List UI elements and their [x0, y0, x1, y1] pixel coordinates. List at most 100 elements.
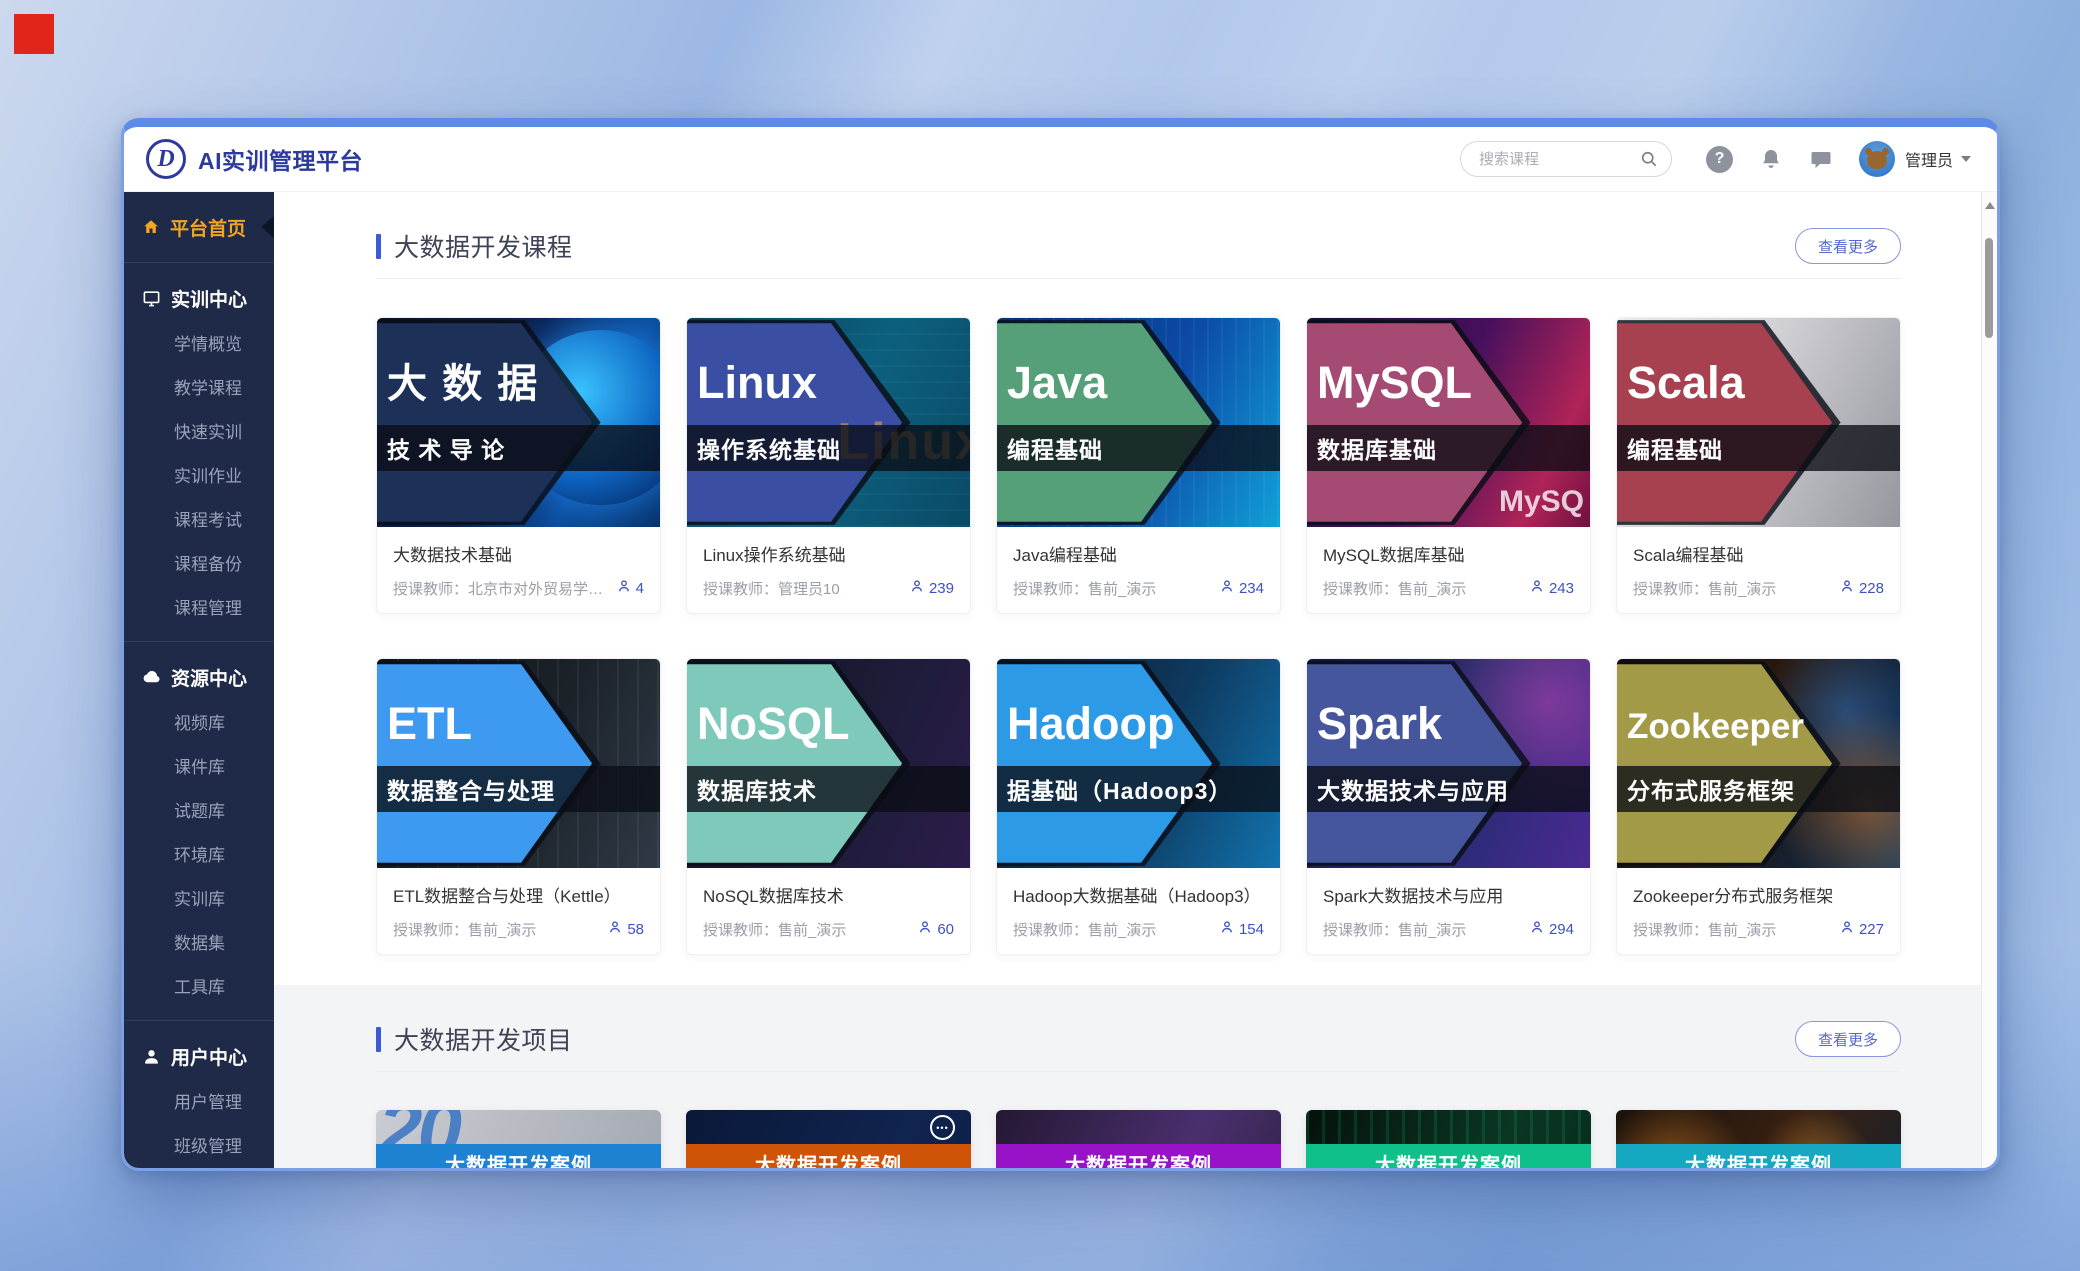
- sidebar-item[interactable]: 实训作业: [124, 455, 274, 499]
- header-actions: 管理员: [1460, 141, 1971, 177]
- sidebar-item[interactable]: 课程考试: [124, 499, 274, 543]
- project-card[interactable]: 大数据开发案例: [996, 1110, 1281, 1168]
- cover-band: 编程基础: [997, 425, 1280, 471]
- course-cover-image: Scala编程基础: [1617, 318, 1900, 527]
- cover-title: Java: [1007, 360, 1107, 405]
- user-count-group: 227: [1839, 919, 1884, 940]
- projects-section: 大数据开发项目 查看更多 20大数据开发案例大数据开发案例大数据开发案例大数据开…: [274, 985, 1997, 1168]
- course-cover-image: Spark大数据技术与应用: [1307, 659, 1590, 868]
- main-content: 大数据开发课程 查看更多 大 数 据技 术 导 论大数据技术基础授课教师：北京市…: [274, 192, 1997, 1168]
- course-card[interactable]: Linux操作系统基础LinuxLinux操作系统基础授课教师：管理员10239: [686, 317, 971, 614]
- user-count-icon: [616, 578, 632, 599]
- more-options-icon: [930, 1115, 955, 1140]
- sidebar-section-label: 资源中心: [171, 664, 247, 691]
- course-card[interactable]: Spark大数据技术与应用Spark大数据技术与应用授课教师：售前_演示294: [1306, 658, 1591, 955]
- course-meta: 授课教师：北京市对外贸易学校教...4: [393, 578, 644, 599]
- cover-subtitle: 数据库技术: [687, 772, 817, 806]
- window-body: 平台首页 实训中心学情概览教学课程快速实训实训作业课程考试课程备份课程管理资源中…: [124, 192, 1997, 1168]
- section-accent-bar: [376, 234, 381, 259]
- sidebar-item-home[interactable]: 平台首页: [124, 202, 274, 252]
- course-info: NoSQL数据库技术授课教师：售前_演示60: [687, 868, 970, 954]
- sidebar-item[interactable]: 工具库: [124, 966, 274, 1010]
- sidebar-nav: 平台首页 实训中心学情概览教学课程快速实训实训作业课程考试课程备份课程管理资源中…: [124, 192, 274, 1168]
- sidebar-section-training-center[interactable]: 实训中心: [124, 273, 274, 323]
- project-card[interactable]: 大数据开发案例: [1306, 1110, 1591, 1168]
- course-card[interactable]: MySQL数据库基础MySQMySQL数据库基础授课教师：售前_演示243: [1306, 317, 1591, 614]
- project-card[interactable]: 大数据开发案例: [686, 1110, 971, 1168]
- course-title: Scala编程基础: [1633, 541, 1884, 566]
- project-cover-image: 大数据开发案例: [996, 1110, 1281, 1168]
- active-item-arrow-icon: [261, 216, 274, 238]
- app-logo-icon: [146, 139, 186, 179]
- monitor-icon: [142, 289, 161, 308]
- sidebar-item[interactable]: 环境库: [124, 834, 274, 878]
- help-icon[interactable]: [1706, 146, 1733, 173]
- projects-view-more-button[interactable]: 查看更多: [1795, 1021, 1901, 1057]
- cover-arrow: [997, 664, 1212, 863]
- course-meta: 授课教师：售前_演示234: [1013, 578, 1264, 599]
- sidebar-item[interactable]: 快速实训: [124, 411, 274, 455]
- user-name[interactable]: 管理员: [1905, 147, 1953, 171]
- project-banner: 大数据开发案例: [376, 1144, 661, 1168]
- course-info: Hadoop大数据基础（Hadoop3）授课教师：售前_演示154: [997, 868, 1280, 954]
- course-grid: 大 数 据技 术 导 论大数据技术基础授课教师：北京市对外贸易学校教...4Li…: [376, 317, 1901, 955]
- course-meta: 授课教师：售前_演示154: [1013, 919, 1264, 940]
- search-box[interactable]: [1460, 141, 1672, 177]
- cover-subtitle: 技 术 导 论: [377, 431, 505, 465]
- project-cover-image: 大数据开发案例: [686, 1110, 971, 1168]
- course-cover-image: Java 编程基础: [997, 318, 1280, 527]
- sidebar-item[interactable]: 课程备份: [124, 543, 274, 587]
- search-icon[interactable]: [1639, 149, 1659, 174]
- project-card[interactable]: 大数据开发案例: [1616, 1110, 1901, 1168]
- course-cover-image: Zookeeper分布式服务框架: [1617, 659, 1900, 868]
- course-info: Spark大数据技术与应用授课教师：售前_演示294: [1307, 868, 1590, 954]
- course-card[interactable]: Scala编程基础Scala编程基础授课教师：售前_演示228: [1616, 317, 1901, 614]
- app-window: AI实训管理平台 管理员: [121, 118, 2000, 1171]
- cover-band: 数据库技术: [687, 766, 970, 812]
- user-count: 154: [1239, 921, 1264, 938]
- user-count-group: 4: [616, 578, 644, 599]
- course-card[interactable]: 大 数 据技 术 导 论大数据技术基础授课教师：北京市对外贸易学校教...4: [376, 317, 661, 614]
- course-card[interactable]: ETL数据整合与处理ETL数据整合与处理（Kettle）授课教师：售前_演示58: [376, 658, 661, 955]
- cover-title: ETL: [387, 701, 472, 746]
- content-scrollbar[interactable]: [1981, 192, 1997, 1168]
- scroll-up-arrow-icon[interactable]: [1985, 197, 1995, 209]
- project-banner: 大数据开发案例: [1616, 1144, 1901, 1168]
- project-card[interactable]: 20大数据开发案例: [376, 1110, 661, 1168]
- messages-chat-icon[interactable]: [1809, 147, 1833, 171]
- user-count: 294: [1549, 921, 1574, 938]
- sidebar-item[interactable]: 用户管理: [124, 1081, 274, 1125]
- sidebar-item[interactable]: 课件库: [124, 746, 274, 790]
- sidebar-section-user-center[interactable]: 用户中心: [124, 1031, 274, 1081]
- sidebar-item[interactable]: 课程管理: [124, 587, 274, 631]
- scrollbar-thumb[interactable]: [1985, 238, 1993, 338]
- course-cover-image: Hadoop据基础（Hadoop3）: [997, 659, 1280, 868]
- courses-view-more-button[interactable]: 查看更多: [1795, 228, 1901, 264]
- sidebar-item[interactable]: 试题库: [124, 790, 274, 834]
- cloud-icon: [142, 668, 161, 687]
- notifications-bell-icon[interactable]: [1759, 147, 1783, 171]
- sidebar-section-label: 实训中心: [171, 285, 247, 312]
- sidebar-section-resource-center[interactable]: 资源中心: [124, 652, 274, 702]
- app-title: AI实训管理平台: [198, 142, 363, 176]
- user-avatar[interactable]: [1859, 141, 1895, 177]
- sidebar-item[interactable]: 实训库: [124, 878, 274, 922]
- user-count-icon: [917, 919, 933, 940]
- cover-subtitle: 分布式服务框架: [1617, 772, 1795, 806]
- course-card[interactable]: Java 编程基础 Java编程基础授课教师：售前_演示234: [996, 317, 1281, 614]
- course-info: Java编程基础授课教师：售前_演示234: [997, 527, 1280, 613]
- sidebar-item[interactable]: 班级管理: [124, 1125, 274, 1169]
- user-count-icon: [1219, 578, 1235, 599]
- course-card[interactable]: Hadoop据基础（Hadoop3）Hadoop大数据基础（Hadoop3）授课…: [996, 658, 1281, 955]
- sidebar-item[interactable]: 教学课程: [124, 367, 274, 411]
- cover-subtitle: 大数据技术与应用: [1307, 772, 1509, 806]
- course-card[interactable]: Zookeeper分布式服务框架Zookeeper分布式服务框架授课教师：售前_…: [1616, 658, 1901, 955]
- sidebar-item[interactable]: 视频库: [124, 702, 274, 746]
- user-menu-caret-icon[interactable]: [1961, 156, 1971, 167]
- course-title: 大数据技术基础: [393, 541, 644, 566]
- sidebar-item[interactable]: 数据集: [124, 922, 274, 966]
- course-card[interactable]: NoSQL数据库技术NoSQL数据库技术授课教师：售前_演示60: [686, 658, 971, 955]
- app-header: AI实训管理平台 管理员: [124, 127, 1997, 192]
- course-info: 大数据技术基础授课教师：北京市对外贸易学校教...4: [377, 527, 660, 613]
- sidebar-item[interactable]: 学情概览: [124, 323, 274, 367]
